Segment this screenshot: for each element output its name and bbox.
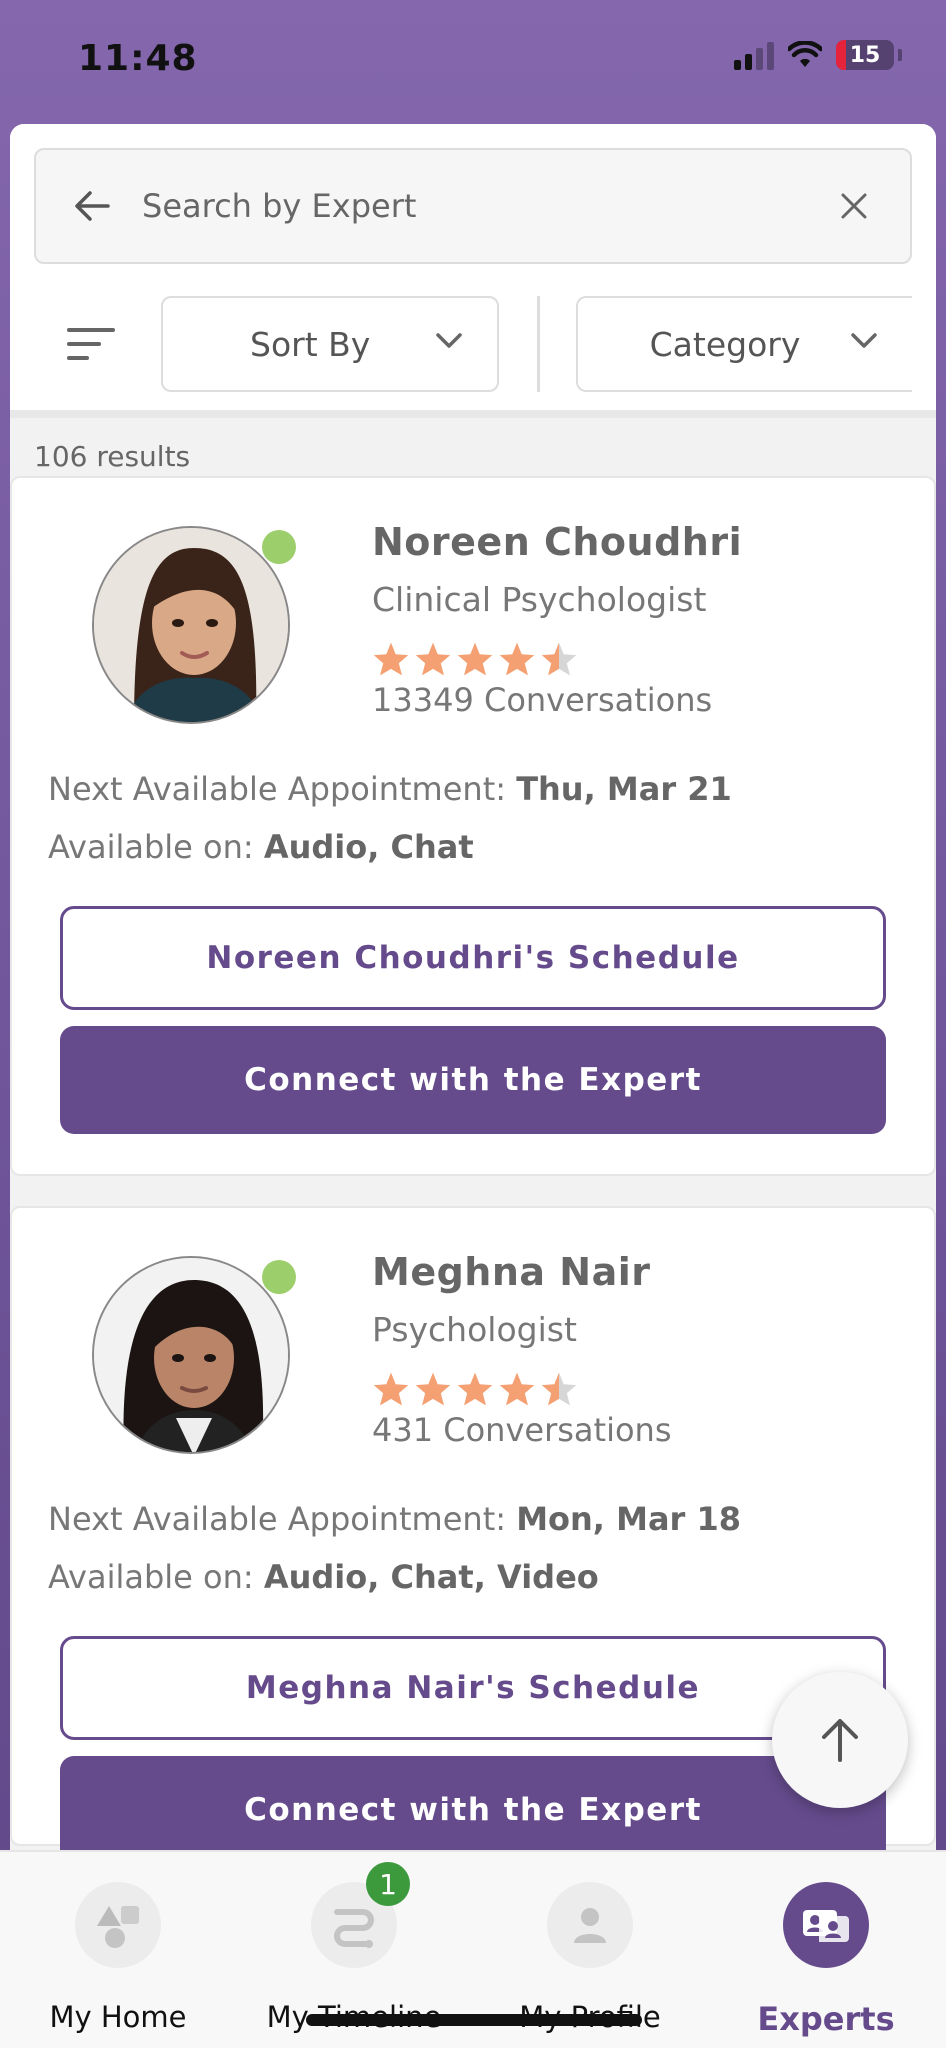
profile-icon (547, 1882, 633, 1968)
expert-info: Meghna Nair Psychologist 431 Conversatio… (372, 1250, 671, 1449)
online-status-dot (262, 1260, 296, 1294)
back-arrow-icon[interactable] (72, 186, 112, 226)
next-appointment: Next Available Appointment: Thu, Mar 21 (48, 770, 732, 808)
filter-lines-icon[interactable] (44, 296, 137, 392)
star-icon (457, 642, 493, 676)
cellular-signal-icon (734, 40, 774, 70)
expert-avatar-wrap (92, 1256, 296, 1454)
expert-avatar-wrap (92, 526, 296, 724)
schedule-button[interactable]: Noreen Choudhri's Schedule (60, 906, 886, 1010)
rating-stars (372, 641, 742, 677)
arrow-up-icon (822, 1719, 858, 1762)
star-icon (415, 1372, 451, 1406)
next-appointment: Next Available Appointment: Mon, Mar 18 (48, 1500, 741, 1538)
chevron-down-icon (851, 333, 877, 348)
rating-stars (372, 1371, 671, 1407)
experts-sheet: Sort By Category 106 results (10, 124, 936, 1850)
results-count: 106 results (34, 440, 191, 473)
sort-by-dropdown[interactable]: Sort By (161, 296, 500, 392)
avatar[interactable] (92, 526, 290, 724)
search-input[interactable] (142, 187, 834, 225)
conversation-count: 431 Conversations (372, 1411, 672, 1449)
star-icon (373, 642, 409, 676)
search-bar (34, 148, 912, 264)
sort-by-label: Sort By (250, 324, 371, 364)
half-star-icon (541, 642, 577, 676)
clear-search-icon[interactable] (834, 186, 874, 226)
filter-row: Sort By Category (34, 296, 912, 392)
available-on-label: Available on: (48, 828, 264, 866)
available-on-label: Available on: (48, 1558, 264, 1596)
schedule-button[interactable]: Meghna Nair's Schedule (60, 1636, 886, 1740)
filter-divider (537, 296, 541, 392)
expert-name[interactable]: Noreen Choudhri (372, 520, 742, 564)
nav-item-experts[interactable]: Experts (708, 1852, 944, 2048)
nav-label: Experts (757, 2000, 895, 2038)
conversation-count: 13349 Conversations (372, 681, 713, 719)
online-status-dot (262, 530, 296, 564)
star-icon (415, 642, 451, 676)
next-appointment-value: Mon, Mar 18 (516, 1500, 741, 1538)
battery-tip (898, 49, 902, 61)
status-time: 11:48 (78, 38, 198, 79)
expert-info: Noreen Choudhri Clinical Psychologist 13… (372, 520, 742, 719)
category-dropdown[interactable]: Category (576, 296, 912, 392)
star-icon (499, 1372, 535, 1406)
available-on: Available on: Audio, Chat (48, 828, 474, 866)
search-filter-area: Sort By Category (10, 124, 936, 418)
next-appointment-value: Thu, Mar 21 (516, 770, 732, 808)
home-shapes-icon (75, 1882, 161, 1968)
avatar[interactable] (92, 1256, 290, 1454)
category-label: Category (649, 324, 801, 364)
status-bar: 11:48 15 (0, 0, 946, 124)
scroll-to-top-button[interactable] (772, 1672, 908, 1808)
expert-role: Clinical Psychologist (372, 580, 707, 619)
half-star-icon (541, 1372, 577, 1406)
nav-label: My Home (49, 2000, 187, 2034)
expert-name[interactable]: Meghna Nair (372, 1250, 671, 1294)
chevron-down-icon (436, 333, 462, 348)
next-appointment-label: Next Available Appointment: (48, 770, 517, 808)
notification-badge: 1 (366, 1862, 410, 1906)
connect-expert-button[interactable]: Connect with the Expert (60, 1756, 886, 1850)
next-appointment-label: Next Available Appointment: (48, 1500, 517, 1538)
star-icon (457, 1372, 493, 1406)
expert-card: Noreen Choudhri Clinical Psychologist 13… (10, 476, 936, 1176)
home-indicator (306, 2014, 642, 2026)
experts-icon (783, 1882, 869, 1968)
battery-icon: 15 (836, 40, 894, 70)
available-on: Available on: Audio, Chat, Video (48, 1558, 599, 1596)
star-icon (373, 1372, 409, 1406)
battery-level: 15 (849, 42, 881, 68)
expert-role: Psychologist (372, 1310, 577, 1349)
wifi-icon (788, 41, 822, 67)
available-on-value: Audio, Chat, Video (263, 1558, 599, 1596)
nav-item-my-home[interactable]: My Home (0, 1852, 236, 2048)
available-on-value: Audio, Chat (263, 828, 474, 866)
star-icon (499, 642, 535, 676)
status-icons: 15 (734, 40, 902, 70)
connect-expert-button[interactable]: Connect with the Expert (60, 1026, 886, 1134)
